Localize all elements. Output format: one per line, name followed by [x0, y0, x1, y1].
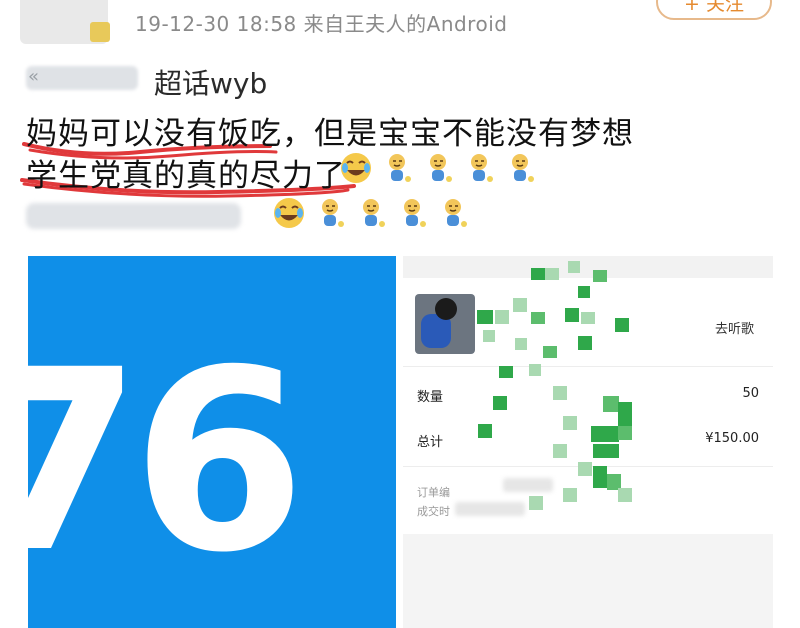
mosaic-block — [563, 488, 577, 502]
post-image-1[interactable]: 76 — [28, 256, 396, 628]
quantity-value: 50 — [742, 386, 759, 401]
divider — [403, 366, 773, 367]
avatar[interactable] — [20, 0, 110, 44]
mosaic-block — [493, 396, 507, 410]
doge-icon — [461, 150, 497, 186]
mosaic-block — [531, 312, 545, 324]
mosaic-block — [477, 310, 493, 324]
post-text-line-1: 妈妈可以没有饭吃，但是宝宝不能没有梦想 — [26, 116, 634, 152]
mosaic-block — [553, 386, 567, 400]
mosaic-block — [483, 330, 495, 342]
mosaic-block — [515, 338, 527, 350]
mosaic-block — [543, 346, 557, 358]
doge-icon — [420, 150, 456, 186]
post-meta: 19-12-30 18:58 来自王夫人的Android — [135, 12, 508, 36]
mosaic-block — [618, 426, 632, 440]
post-text-line-2: 学生党真的真的尽力了 — [26, 158, 346, 194]
topic-link[interactable]: « 超话wyb — [26, 62, 386, 100]
post-text-line-3 — [26, 195, 468, 239]
quantity-label: 数量 — [417, 390, 444, 405]
post-image-2[interactable]: 去听歌 数量 50 总计 ¥150.00 订单编 成交时 — [403, 256, 773, 628]
doge-icon — [435, 195, 471, 231]
blurred-text — [455, 502, 525, 516]
mosaic-block — [529, 364, 541, 376]
time-label: 成交时 — [417, 505, 450, 518]
total-value: ¥150.00 — [705, 431, 759, 446]
mosaic-block — [529, 496, 543, 510]
mosaic-block — [478, 424, 492, 438]
mosaic-block — [578, 336, 592, 350]
mosaic-block — [513, 298, 527, 312]
mosaic-block — [499, 366, 513, 378]
mosaic-block — [531, 268, 545, 280]
mosaic-block — [578, 462, 592, 476]
mosaic-block — [593, 466, 607, 488]
receipt-top-bar — [403, 256, 773, 278]
mosaic-block — [568, 261, 580, 273]
laugh-cry-icon — [338, 150, 374, 186]
total-label: 总计 — [417, 435, 444, 450]
mosaic-block — [578, 286, 590, 298]
mosaic-block — [591, 426, 619, 442]
blurred-text — [503, 478, 553, 492]
doge-icon — [394, 195, 430, 231]
order-label: 订单编 — [417, 486, 450, 499]
doge-icon — [502, 150, 538, 186]
follow-button[interactable]: + 关注 — [656, 0, 772, 20]
big-number: 76 — [28, 316, 306, 607]
chevron-left-icon: « — [28, 66, 40, 87]
mosaic-block — [563, 416, 577, 430]
laugh-cry-icon — [271, 195, 307, 231]
topic-label: 超话wyb — [154, 67, 268, 100]
album-thumbnail — [415, 294, 475, 354]
receipt-footer — [403, 534, 773, 628]
doge-icon — [312, 195, 348, 231]
mosaic-block — [618, 402, 632, 426]
mosaic-block — [603, 396, 619, 412]
mosaic-block — [581, 312, 595, 324]
mosaic-block — [565, 308, 579, 322]
mosaic-block — [593, 444, 619, 458]
doge-icon — [353, 195, 389, 231]
mosaic-block — [545, 268, 559, 280]
mosaic-block — [618, 488, 632, 502]
doge-icon — [379, 150, 415, 186]
mosaic-block — [593, 270, 607, 282]
emoji-row-1 — [338, 150, 538, 186]
emoji-row-2 — [271, 195, 471, 231]
go-listen-link: 去听歌 — [715, 322, 755, 337]
mosaic-block — [495, 310, 509, 324]
blurred-username — [26, 66, 138, 90]
mosaic-block — [615, 318, 629, 332]
mosaic-block — [553, 444, 567, 458]
blurred-text — [26, 203, 241, 229]
